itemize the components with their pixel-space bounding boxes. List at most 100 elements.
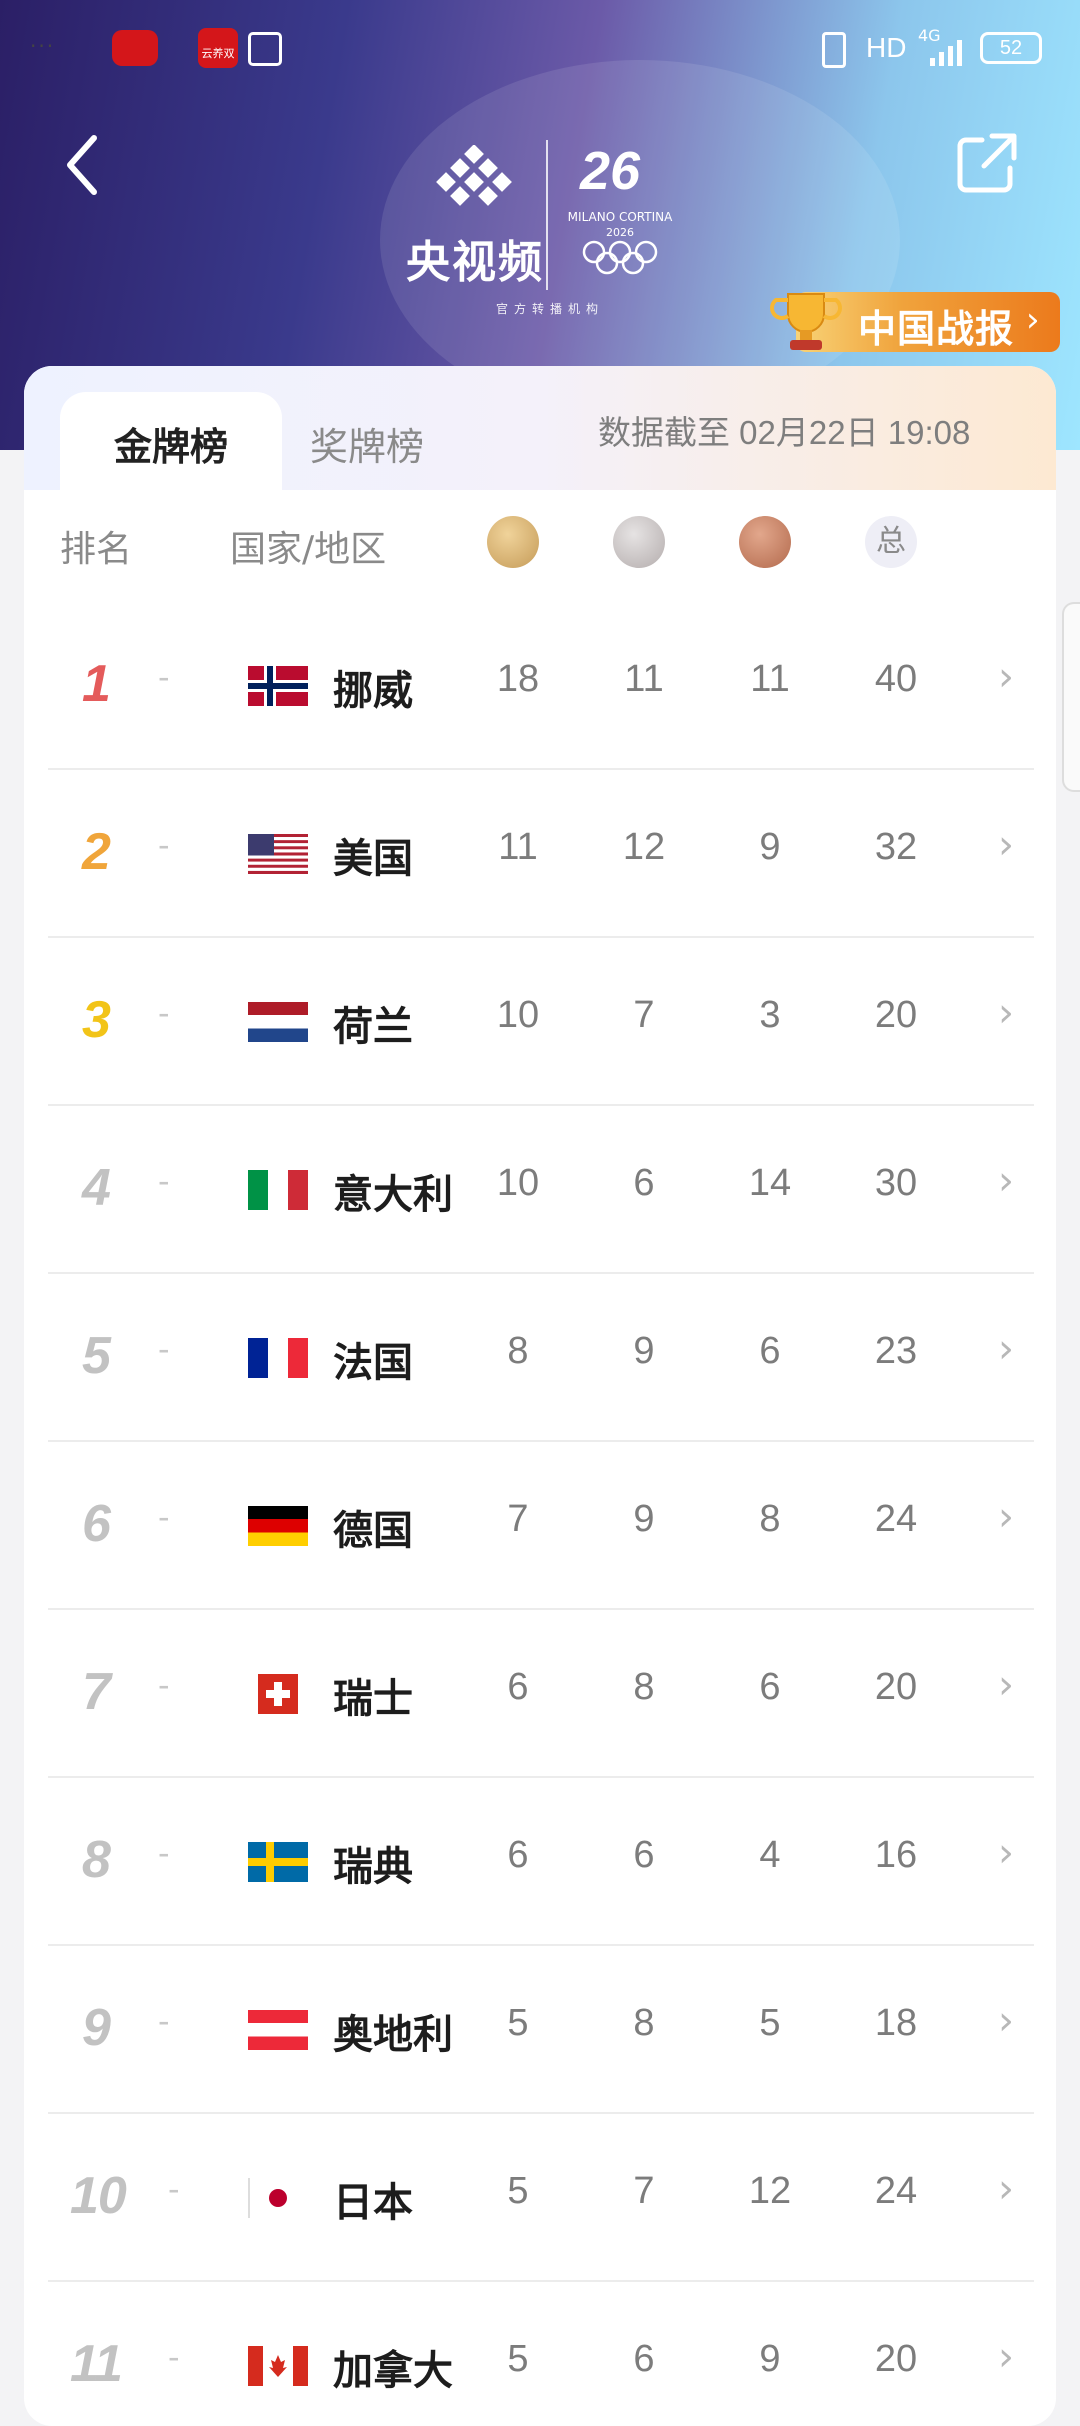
gold-count: 18 — [496, 658, 540, 700]
ranking-row[interactable]: 7 - 瑞士 6 8 6 20 › — [48, 1610, 1034, 1778]
bronze-count: 3 — [759, 994, 781, 1036]
silver-count: 6 — [633, 1834, 655, 1876]
gold-count: 6 — [507, 1666, 529, 1708]
flag-france-icon — [248, 1338, 308, 1378]
country-name: 挪威 — [333, 668, 413, 714]
flag-switzerland-icon — [248, 1674, 308, 1714]
country-name: 美国 — [333, 836, 413, 882]
tab-gold-ranking-label: 金牌榜 — [113, 425, 228, 469]
side-drawer-handle[interactable] — [1062, 602, 1080, 792]
back-icon[interactable] — [58, 130, 118, 200]
flag-austria-icon — [248, 2010, 308, 2050]
total-count: 20 — [874, 1666, 918, 1708]
rank-change-indicator: - — [158, 658, 170, 696]
cctv-logo-text: 央视频 — [406, 237, 544, 288]
silver-count: 8 — [633, 2002, 655, 2044]
olympic-city-text: MILANO CORTINA — [567, 210, 673, 224]
silver-medal-icon — [613, 516, 665, 568]
rank-number: 7 — [82, 1663, 111, 1721]
official-broadcaster-caption: 官方转播机构 — [495, 302, 604, 316]
ranking-row[interactable]: 2 - 美国 11 12 9 32 › — [48, 770, 1034, 938]
total-count: 30 — [874, 1162, 918, 1204]
chevron-right-icon[interactable]: › — [998, 1662, 1014, 1708]
cctv-video-logo: 央视频 — [405, 140, 545, 290]
chart-icon — [248, 32, 282, 66]
silver-count: 8 — [633, 1666, 655, 1708]
rank-change-indicator: - — [158, 1834, 170, 1872]
gold-count: 11 — [498, 826, 538, 868]
ranking-row[interactable]: 4 - 意大利 10 6 14 30 › — [48, 1106, 1034, 1274]
rank-number: 11 — [70, 2335, 123, 2393]
chevron-right-icon[interactable]: › — [998, 1326, 1014, 1372]
chevron-right-icon[interactable]: › — [998, 2334, 1014, 2380]
notification-app-icon — [112, 30, 158, 66]
olympic-year-text: 2026 — [606, 226, 634, 239]
flag-usa-icon — [248, 834, 308, 874]
silver-count: 7 — [633, 2170, 655, 2212]
flag-sweden-icon — [248, 1842, 308, 1882]
silver-count: 9 — [633, 1498, 655, 1540]
rank-number: 3 — [82, 991, 111, 1049]
silver-count: 6 — [633, 1162, 655, 1204]
bronze-count: 8 — [759, 1498, 781, 1540]
cctv-logo-mark-icon — [436, 145, 512, 206]
ranking-row[interactable]: 1 - 挪威 18 11 11 40 › — [48, 602, 1034, 770]
rank-number: 9 — [82, 1999, 111, 2057]
total-count: 32 — [874, 826, 918, 868]
ranking-row[interactable]: 8 - 瑞典 6 6 4 16 › — [48, 1778, 1034, 1946]
chevron-right-icon: › — [1026, 300, 1040, 340]
rank-number: 2 — [82, 823, 111, 881]
country-name: 德国 — [333, 1508, 413, 1554]
gold-count: 10 — [496, 1162, 540, 1204]
flag-canada-icon — [248, 2346, 308, 2386]
bronze-medal-icon — [739, 516, 791, 568]
ranking-row[interactable]: 11 - 加拿大 5 6 9 20 › — [48, 2282, 1034, 2426]
chevron-right-icon[interactable]: › — [998, 654, 1014, 700]
chevron-right-icon[interactable]: › — [998, 822, 1014, 868]
rank-number: 1 — [82, 655, 111, 713]
share-icon[interactable] — [952, 128, 1022, 198]
milano-cortina-logo: 26 MILANO CORTINA 2026 — [560, 140, 680, 280]
flag-japan-icon — [248, 2178, 308, 2218]
flag-germany-icon — [248, 1506, 308, 1546]
bronze-count: 5 — [759, 2002, 781, 2044]
rank-change-indicator: - — [158, 1498, 170, 1536]
status-bar: ··· 云养双 HD 4G 52 — [0, 0, 1080, 100]
bronze-count: 14 — [748, 1162, 792, 1204]
country-name: 荷兰 — [333, 1004, 413, 1050]
tab-medal-ranking[interactable]: 奖牌榜 — [310, 416, 424, 471]
ranking-row[interactable]: 3 - 荷兰 10 7 3 20 › — [48, 938, 1034, 1106]
ranking-row[interactable]: 10 - 日本 5 7 12 24 › — [48, 2114, 1034, 2282]
chevron-right-icon[interactable]: › — [998, 1494, 1014, 1540]
chevron-right-icon[interactable]: › — [998, 2166, 1014, 2212]
bronze-count: 4 — [759, 1834, 781, 1876]
rank-change-indicator: - — [158, 1330, 170, 1368]
rank-change-indicator: - — [168, 2170, 180, 2208]
chevron-right-icon[interactable]: › — [998, 1998, 1014, 2044]
chevron-right-icon[interactable]: › — [998, 1158, 1014, 1204]
country-name: 瑞典 — [333, 1844, 413, 1890]
gold-count: 5 — [507, 2002, 529, 2044]
china-report-button[interactable]: 中国战报 › — [766, 288, 1060, 356]
chevron-right-icon[interactable]: › — [998, 990, 1014, 1036]
gold-count: 10 — [496, 994, 540, 1036]
column-header-rank: 排名 — [60, 529, 133, 570]
rank-number: 4 — [82, 1159, 111, 1217]
column-header-country: 国家/地区 — [230, 529, 387, 570]
country-name: 加拿大 — [333, 2348, 453, 2394]
ranking-row[interactable]: 5 - 法国 8 9 6 23 › — [48, 1274, 1034, 1442]
tab-gold-ranking[interactable]: 金牌榜 — [60, 392, 282, 490]
ranking-row[interactable]: 6 - 德国 7 9 8 24 › — [48, 1442, 1034, 1610]
silver-count: 6 — [633, 2338, 655, 2380]
chevron-right-icon[interactable]: › — [998, 1830, 1014, 1876]
rank-change-indicator: - — [158, 826, 170, 864]
olympic-rings-icon — [582, 240, 658, 275]
tab-bar: 金牌榜 奖牌榜 数据截至 02月22日 19:08 — [24, 366, 1056, 490]
country-name: 瑞士 — [333, 1676, 413, 1722]
bronze-count: 12 — [748, 2170, 792, 2212]
hd-indicator: HD — [866, 32, 907, 63]
country-name: 意大利 — [333, 1172, 453, 1218]
total-count: 18 — [874, 2002, 918, 2044]
ranking-row[interactable]: 9 - 奥地利 5 8 5 18 › — [48, 1946, 1034, 2114]
gold-count: 5 — [507, 2170, 529, 2212]
